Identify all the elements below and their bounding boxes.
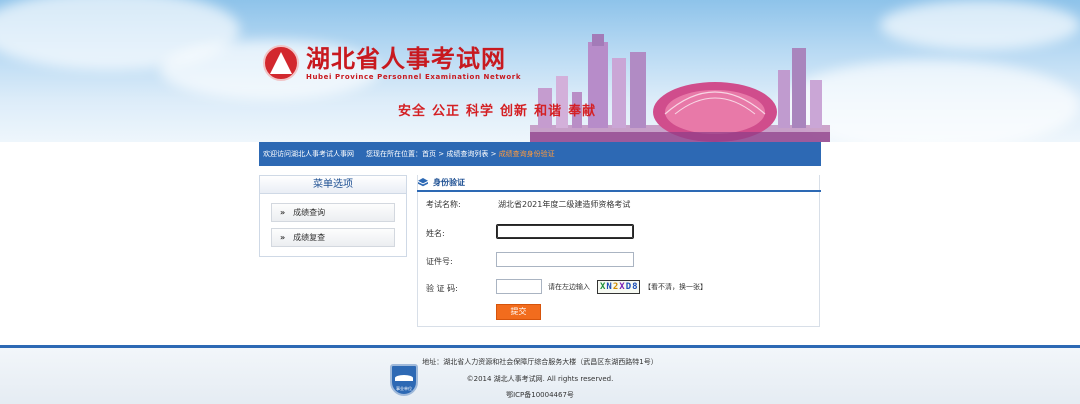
sidebar-item-score-review[interactable]: » 成绩复查 <box>271 228 395 247</box>
captcha-hint: 请在左边输入 <box>548 283 590 291</box>
site-name: 湖北省人事考试网 <box>306 44 506 73</box>
section-header: 身份验证 <box>417 175 821 192</box>
cloud-decoration <box>880 0 1080 50</box>
id-number-label: 证件号: <box>426 257 453 266</box>
welcome-text: 欢迎访问湖北人事考试人事网 <box>263 150 354 158</box>
slogan-word: 奉献 <box>568 104 597 119</box>
captcha-image[interactable]: XN2XD8 <box>597 280 640 294</box>
submit-button[interactable]: 提交 <box>496 304 541 320</box>
id-number-input[interactable] <box>496 252 634 267</box>
breadcrumb-separator: > <box>490 150 497 158</box>
site-logo[interactable]: 湖北省人事考试网 Hubei Province Personnel Examin… <box>263 45 521 81</box>
identity-verification-panel: 身份验证 考试名称: 湖北省2021年度二级建造师资格考试 姓名: 证件号: 验… <box>417 175 821 327</box>
exam-name-label: 考试名称: <box>426 200 461 209</box>
slogan-word: 安全 <box>398 104 427 119</box>
footer-copyright: ©2014 湖北人事考试网. All rights reserved. <box>466 375 614 383</box>
captcha-char: D8 <box>625 282 639 292</box>
city-skyline-image <box>530 34 830 142</box>
slogan-word: 和谐 <box>534 104 563 119</box>
navigation-bar: 欢迎访问湖北人事考试人事网 您现在所在位置：首页 > 成绩查询列表 > 成绩查询身… <box>259 142 821 166</box>
slogan-word: 公正 <box>432 104 461 119</box>
sidebar-menu: 菜单选项 » 成绩查询 » 成绩复查 <box>259 175 407 257</box>
header-banner: 湖北省人事考试网 Hubei Province Personnel Examin… <box>0 0 1080 142</box>
name-label: 姓名: <box>426 229 445 238</box>
breadcrumb-home[interactable]: 首页 <box>422 150 436 158</box>
footer-icp[interactable]: 鄂ICP备10004467号 <box>0 390 1080 400</box>
slogan-word: 科学 <box>466 104 495 119</box>
breadcrumb-current: 成绩查询身份验证 <box>498 150 555 158</box>
captcha-refresh-link[interactable]: 【看不清，换一张】 <box>644 282 707 292</box>
sidebar-item-label: 成绩复查 <box>293 233 326 242</box>
hbpta-emblem-icon <box>263 45 299 81</box>
breadcrumb-separator: > <box>438 150 445 158</box>
menu-title: 菜单选项 <box>260 176 406 194</box>
captcha-label: 验 证 码: <box>426 284 458 293</box>
footer: 事业单位 地址：湖北省人力资源和社会保障厅综合服务大楼（武昌区东湖西路特1号） … <box>0 345 1080 404</box>
captcha-input[interactable] <box>496 279 542 294</box>
double-chevron-icon: » <box>280 208 286 217</box>
location-label: 您现在所在位置： <box>366 150 422 158</box>
slogan-word: 创新 <box>500 104 529 119</box>
footer-address: 地址：湖北省人力资源和社会保障厅综合服务大楼（武昌区东湖西路特1号） <box>422 358 658 366</box>
exam-name-value: 湖北省2021年度二级建造师资格考试 <box>498 200 631 209</box>
slogan: 安全 公正 科学 创新 和谐 奉献 <box>398 100 602 119</box>
sidebar-item-label: 成绩查询 <box>293 208 326 217</box>
sidebar-item-score-query[interactable]: » 成绩查询 <box>271 203 395 222</box>
name-input[interactable] <box>496 224 634 239</box>
double-chevron-icon: » <box>280 233 286 242</box>
site-name-en: Hubei Province Personnel Examination Net… <box>306 73 522 81</box>
breadcrumb-score-list[interactable]: 成绩查询列表 <box>446 150 488 158</box>
section-title: 身份验证 <box>433 178 465 187</box>
